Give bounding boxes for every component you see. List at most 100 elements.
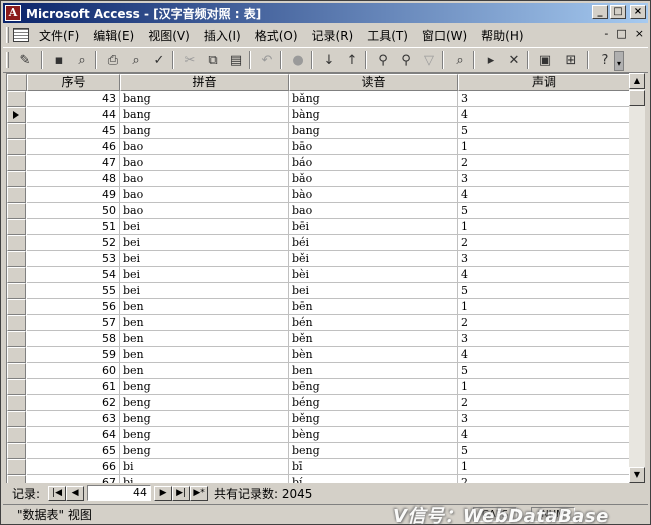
current-record-field[interactable]: 44 [87,485,152,501]
row-selector[interactable] [7,123,26,139]
row-selector[interactable] [7,379,26,395]
cell-duyin[interactable]: bao [289,203,458,219]
doc-restore-button[interactable]: □ [616,27,626,40]
cell-pinyin[interactable]: bang [120,107,289,123]
row-selector[interactable] [7,363,26,379]
title-bar[interactable]: A Microsoft Access - [汉字音频对照 : 表] _ □ × [3,3,648,23]
cell-xuhao[interactable]: 57 [27,315,120,331]
filter-by-form-icon[interactable]: ⚲ [396,50,416,70]
column-header-xuhao[interactable]: 序号 [27,74,120,91]
menu-file[interactable]: 文件(F) [39,27,79,44]
table-row[interactable]: 52 bei béi 2 [7,235,629,251]
cell-pinyin[interactable]: bei [120,267,289,283]
cell-xuhao[interactable]: 50 [27,203,120,219]
table-row[interactable]: 51 bei bēi 1 [7,219,629,235]
find-icon[interactable]: ⌕ [450,50,470,70]
table-row[interactable]: 44 bang bàng 4 [7,107,629,123]
row-selector[interactable] [7,187,26,203]
menu-help[interactable]: 帮助(H) [481,27,523,44]
table-row[interactable]: 64 beng bèng 4 [7,427,629,443]
table-row[interactable]: 47 bao báo 2 [7,155,629,171]
cell-duyin[interactable]: bang [289,123,458,139]
cell-xuhao[interactable]: 46 [27,139,120,155]
cell-pinyin[interactable]: bang [120,123,289,139]
cell-duyin[interactable]: ben [289,363,458,379]
vertical-scrollbar[interactable]: ▲ ▼ [629,73,645,483]
previous-record-button[interactable]: ◀ [66,485,85,501]
row-selector[interactable] [7,315,26,331]
row-selector[interactable] [7,107,26,123]
cell-xuhao[interactable]: 53 [27,251,120,267]
table-row[interactable]: 55 bei bei 5 [7,283,629,299]
undo-icon[interactable]: ↶ [257,50,277,70]
cell-duyin[interactable]: bào [289,187,458,203]
cell-duyin[interactable]: bei [289,283,458,299]
row-selector[interactable] [7,443,26,459]
new-object-icon[interactable]: ⊞ [558,50,584,70]
maximize-button[interactable]: □ [610,5,626,19]
cell-shengdiao[interactable]: 3 [458,91,629,107]
cell-pinyin[interactable]: ben [120,347,289,363]
table-row[interactable]: 60 ben ben 5 [7,363,629,379]
new-record-button[interactable]: ▶* [190,485,209,501]
cell-pinyin[interactable]: beng [120,379,289,395]
cell-xuhao[interactable]: 51 [27,219,120,235]
row-selector[interactable] [7,219,26,235]
cell-pinyin[interactable]: bi [120,475,289,483]
row-selector[interactable] [7,347,26,363]
copy-icon[interactable]: ⧉ [203,50,223,70]
cell-duyin[interactable]: běn [289,331,458,347]
last-record-button[interactable]: ▶| [172,485,191,501]
cell-shengdiao[interactable]: 1 [458,379,629,395]
cell-xuhao[interactable]: 44 [27,107,120,123]
row-selector[interactable] [7,411,26,427]
filter-by-selection-icon[interactable]: ⚲ [373,50,393,70]
cell-shengdiao[interactable]: 2 [458,475,629,483]
cell-duyin[interactable]: bèn [289,347,458,363]
scroll-up-button[interactable]: ▲ [629,73,645,89]
cell-xuhao[interactable]: 54 [27,267,120,283]
cell-xuhao[interactable]: 55 [27,283,120,299]
table-row[interactable]: 43 bang bǎng 3 [7,91,629,107]
cell-shengdiao[interactable]: 2 [458,315,629,331]
row-selector[interactable] [7,331,26,347]
cell-xuhao[interactable]: 67 [27,475,120,483]
menu-tools[interactable]: 工具(T) [367,27,408,44]
cell-shengdiao[interactable]: 2 [458,235,629,251]
cell-xuhao[interactable]: 56 [27,299,120,315]
table-row[interactable]: 50 bao bao 5 [7,203,629,219]
cell-duyin[interactable]: bī [289,459,458,475]
cell-pinyin[interactable]: bi [120,459,289,475]
table-row[interactable]: 62 beng béng 2 [7,395,629,411]
column-header-duyin[interactable]: 读音 [289,74,458,91]
cell-xuhao[interactable]: 66 [27,459,120,475]
cell-duyin[interactable]: bàng [289,107,458,123]
cell-pinyin[interactable]: beng [120,443,289,459]
table-row[interactable]: 48 bao bǎo 3 [7,171,629,187]
cell-pinyin[interactable]: ben [120,315,289,331]
column-header-pinyin[interactable]: 拼音 [120,74,289,91]
row-selector[interactable] [7,235,26,251]
row-selector[interactable] [7,283,26,299]
menu-view[interactable]: 视图(V) [148,27,190,44]
hyperlink-icon[interactable]: ● [288,50,308,70]
doc-minimize-button[interactable]: - [604,27,608,40]
cell-pinyin[interactable]: beng [120,427,289,443]
cell-xuhao[interactable]: 49 [27,187,120,203]
paste-icon[interactable]: ▤ [226,50,246,70]
new-record-icon[interactable]: ▸ [481,50,501,70]
delete-record-icon[interactable]: ✕ [504,50,524,70]
table-row[interactable]: 57 ben bén 2 [7,315,629,331]
table-document-icon[interactable] [13,28,29,42]
cell-shengdiao[interactable]: 3 [458,411,629,427]
cell-xuhao[interactable]: 58 [27,331,120,347]
row-selector[interactable] [7,139,26,155]
cell-pinyin[interactable]: bang [120,91,289,107]
cell-shengdiao[interactable]: 3 [458,171,629,187]
row-selector[interactable] [7,91,26,107]
cell-xuhao[interactable]: 64 [27,427,120,443]
cell-xuhao[interactable]: 45 [27,123,120,139]
minimize-button[interactable]: _ [592,5,608,19]
menu-insert[interactable]: 插入(I) [204,27,241,44]
doc-close-button[interactable]: × [635,27,644,40]
